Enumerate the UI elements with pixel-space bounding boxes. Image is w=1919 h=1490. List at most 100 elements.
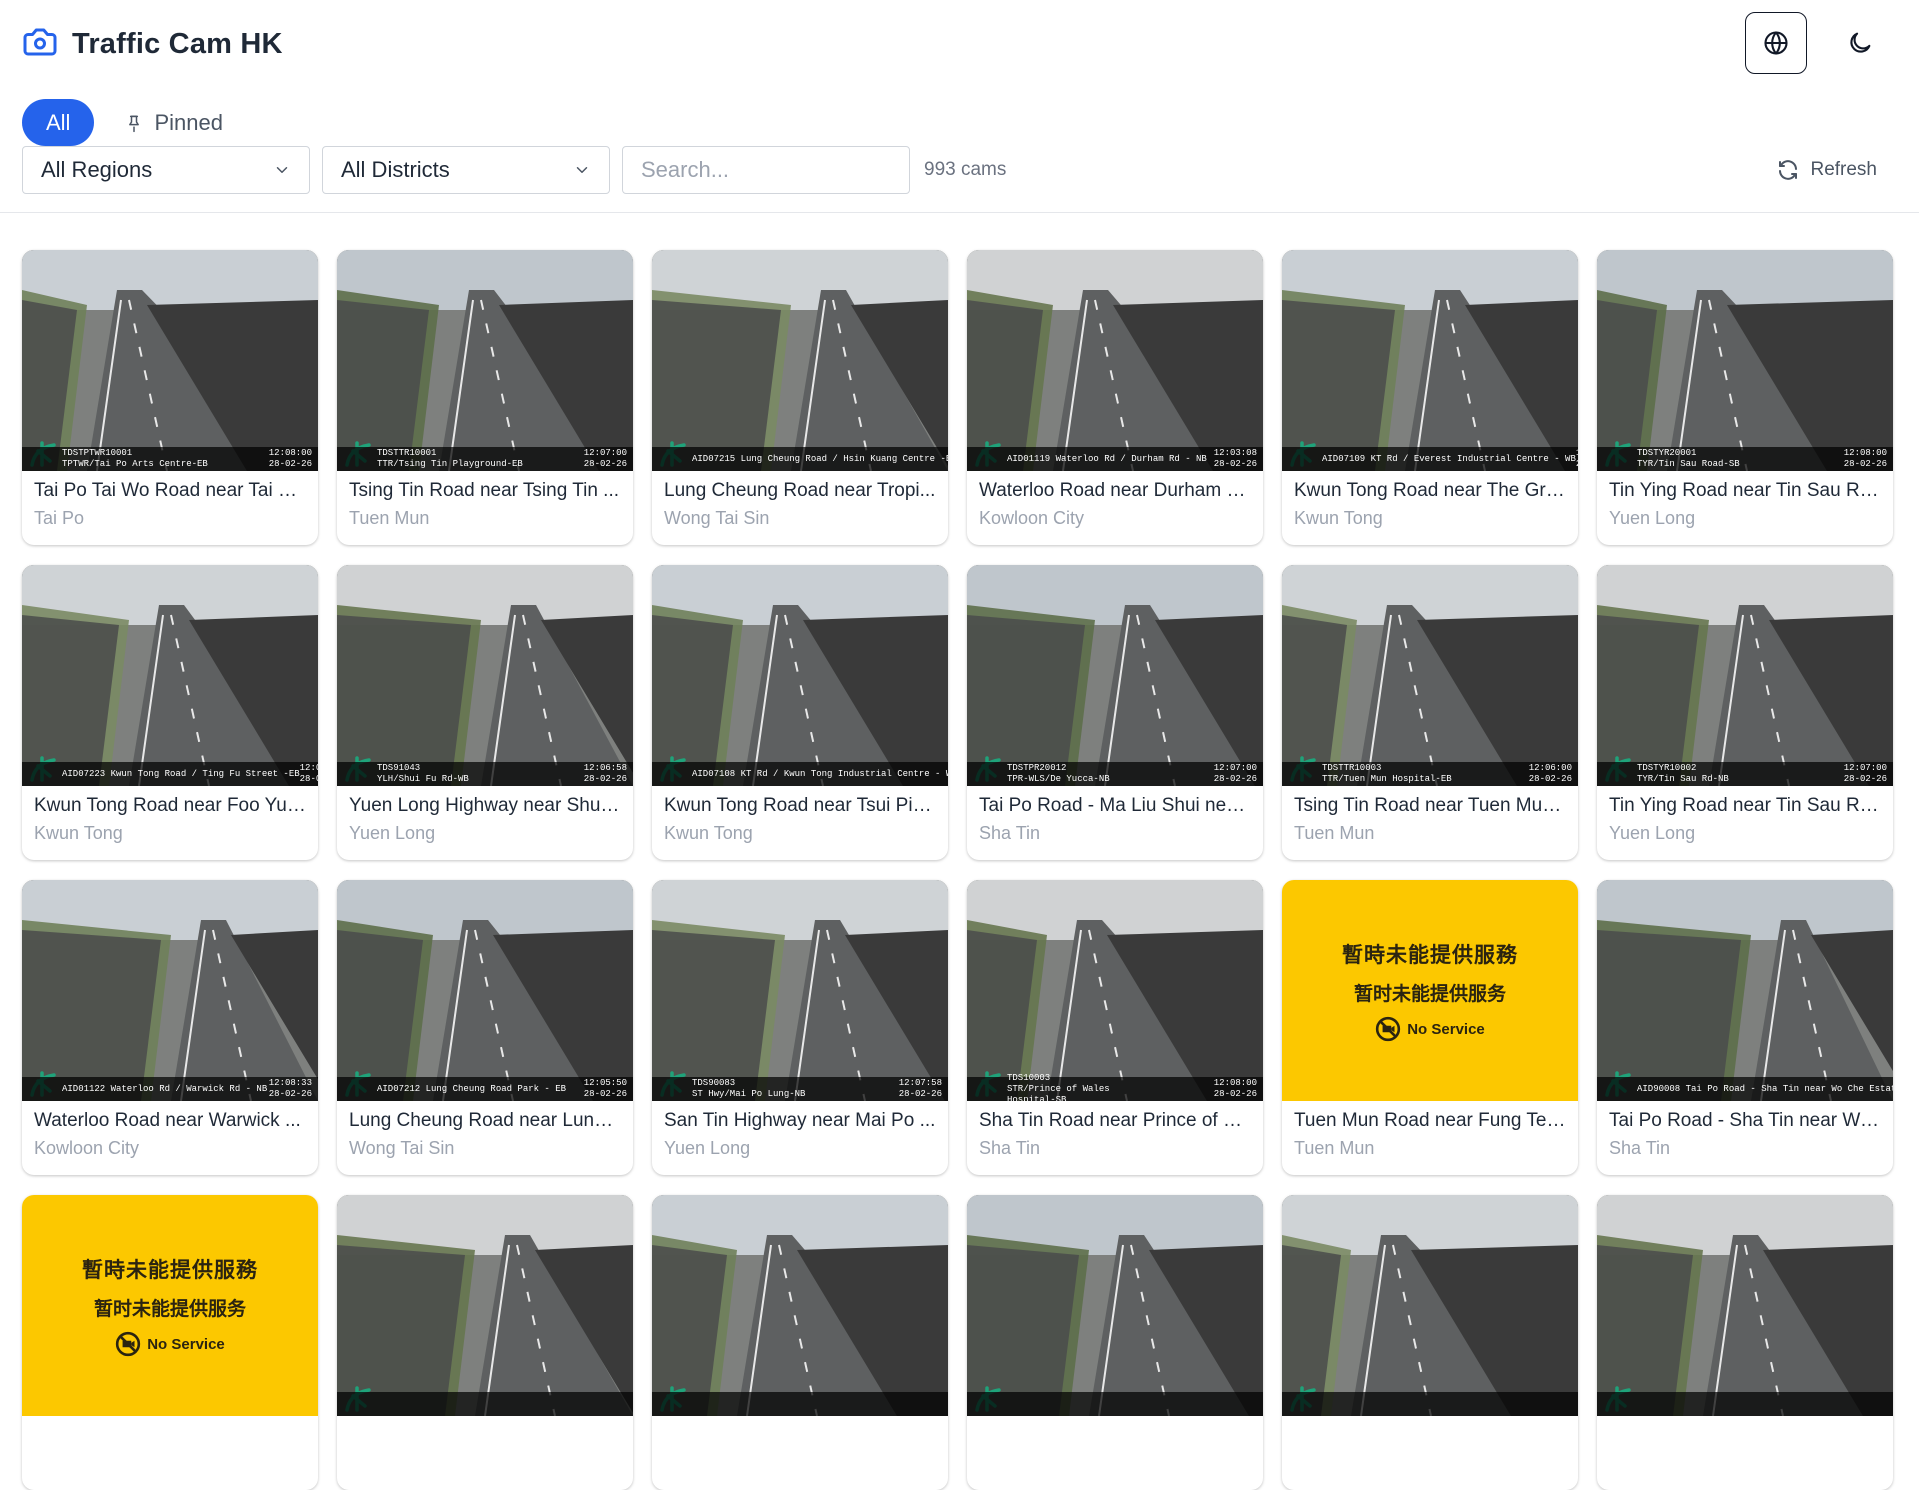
camera-card-body: Lung Cheung Road near Lung ... Wong Tai S… [337,1101,633,1159]
camera-card[interactable] [1597,1195,1893,1490]
search-input[interactable] [622,146,910,194]
camera-thumbnail[interactable]: AID07215 Lung Cheung Road / Hsin Kuang C… [652,250,948,471]
language-button[interactable] [1745,12,1807,74]
brand[interactable]: Traffic Cam HK [22,24,283,65]
view-tabs: All Pinned [22,99,235,146]
camera-card-body: Waterloo Road near Durham R... Kowloon Ci… [967,471,1263,529]
camera-code: TDSTYR20001 TYR/Tin Sau Road-SB [1637,448,1740,469]
camera-thumbnail[interactable]: TDSTYR20001 TYR/Tin Sau Road-SB 12:08:00 … [1597,250,1893,471]
camera-title: Sha Tin Road near Prince of W... [979,1110,1251,1131]
camera-thumbnail[interactable]: TDSTTR10001 TTR/Tsing Tin Playground-EB 1… [337,250,633,471]
camera-thumbnail[interactable]: 暫時未能提供服務 暂时未能提供服务 No Service [1282,880,1578,1101]
camera-card[interactable] [652,1195,948,1490]
camera-timestamp: 12:04:57 28-02-26 [299,763,318,784]
camera-snapshot-image [967,250,1263,471]
tab-all[interactable]: All [22,99,95,146]
camera-card[interactable]: TDS91043 YLH/Shui Fu Rd-WB 12:06:58 28-02… [337,565,633,860]
camera-caption-bar: TDSTTR10003 TTR/Tuen Mun Hospital-EB 12:0… [1282,762,1578,786]
camera-card-body: Tai Po Road - Ma Liu Shui near... Sha Tin [967,786,1263,844]
camera-thumbnail[interactable]: AID01122 Waterloo Rd / Warwick Rd - NB 12… [22,880,318,1101]
no-camera-icon [116,1331,141,1357]
camera-card-body [22,1416,318,1425]
refresh-button[interactable]: Refresh [1776,158,1897,182]
camera-card[interactable]: AID01119 Waterloo Rd / Durham Rd - NB 12:… [967,250,1263,545]
camera-code: AID90008 Tai Po Road - Sha Tin near Wo C… [1637,1083,1893,1094]
camera-card[interactable]: TDSTYR20001 TYR/Tin Sau Road-SB 12:08:00 … [1597,250,1893,545]
camera-card-body [967,1416,1263,1425]
camera-grid: TDSTPTWR10001 TPTWR/Tai Po Arts Centre-E… [22,250,1893,1490]
no-service-placeholder: 暫時未能提供服務 暂时未能提供服务 No Service [1282,880,1578,1101]
camera-thumbnail[interactable]: AID07109 KT Rd / Everest Industrial Cent… [1282,250,1578,471]
camera-title: Tsing Tin Road near Tuen Mun... [1294,795,1566,816]
camera-thumbnail[interactable]: 暫時未能提供服務 暂时未能提供服务 No Service [22,1195,318,1416]
camera-code: AID01122 Waterloo Rd / Warwick Rd - NB [62,1083,268,1094]
camera-thumbnail[interactable]: TDSTYR10002 TYR/Tin Sau Rd-NB 12:07:00 28… [1597,565,1893,786]
camera-snapshot-image [652,880,948,1101]
camera-district: Tuen Mun [1294,823,1375,843]
camera-caption-bar: TDS91043 YLH/Shui Fu Rd-WB 12:06:58 28-02… [337,762,633,786]
camera-thumbnail[interactable] [1282,1195,1578,1416]
camera-title: Lung Cheung Road near Lung ... [349,1110,621,1131]
camera-card[interactable]: TDSTTR10003 TTR/Tuen Mun Hospital-EB 12:0… [1282,565,1578,860]
camera-thumbnail[interactable]: TDSTPR20012 TPR-WLS/De Yucca-NB 12:07:00 … [967,565,1263,786]
camera-thumbnail[interactable] [1597,1195,1893,1416]
camera-caption-bar [652,1392,948,1416]
camera-timestamp: 12:05:50 28-02-26 [583,1078,627,1099]
no-service-text-traditional: 暫時未能提供服務 [82,1259,258,1282]
camera-card[interactable]: TDSTTR10001 TTR/Tsing Tin Playground-EB 1… [337,250,633,545]
camera-thumbnail[interactable]: AID90008 Tai Po Road - Sha Tin near Wo C… [1597,880,1893,1101]
camera-card[interactable]: TDS10003 STR/Prince of Wales Hospital-SB… [967,880,1263,1175]
camera-thumbnail[interactable] [967,1195,1263,1416]
chevron-down-icon [576,167,588,173]
district-select[interactable]: All Districts [322,146,610,194]
camera-card[interactable] [1282,1195,1578,1490]
camera-thumbnail[interactable]: AID01119 Waterloo Rd / Durham Rd - NB 12:… [967,250,1263,471]
camera-card[interactable] [337,1195,633,1490]
camera-card[interactable]: 暫時未能提供服務 暂时未能提供服务 No Service Tuen Mun Road … [1282,880,1578,1175]
camera-title: Waterloo Road near Warwick ... [34,1110,301,1131]
camera-thumbnail[interactable]: TDSTPTWR10001 TPTWR/Tai Po Arts Centre-E… [22,250,318,471]
camera-count: 993 cams [924,159,1007,180]
camera-card[interactable]: AID01122 Waterloo Rd / Warwick Rd - NB 12… [22,880,318,1175]
camera-card[interactable]: AID07215 Lung Cheung Road / Hsin Kuang C… [652,250,948,545]
app-header: Traffic Cam HK All Pinned All Regions Al… [0,0,1919,213]
district-select-value: All Districts [341,157,450,182]
camera-card[interactable]: TDSTPR20012 TPR-WLS/De Yucca-NB 12:07:00 … [967,565,1263,860]
camera-thumbnail[interactable]: AID07212 Lung Cheung Road Park - EB 12:05… [337,880,633,1101]
camera-thumbnail[interactable] [337,1195,633,1416]
camera-thumbnail[interactable]: TDS91043 YLH/Shui Fu Rd-WB 12:06:58 28-02… [337,565,633,786]
camera-caption-bar: TDSTPR20012 TPR-WLS/De Yucca-NB 12:07:00 … [967,762,1263,786]
camera-district: Kowloon City [979,508,1085,528]
camera-caption-bar: AID07212 Lung Cheung Road Park - EB 12:05… [337,1077,633,1101]
camera-code: AID07109 KT Rd / Everest Industrial Cent… [1322,453,1576,464]
camera-card[interactable]: TDSTPTWR10001 TPTWR/Tai Po Arts Centre-E… [22,250,318,545]
camera-timestamp: 12:06:00 28-02-26 [1528,763,1572,784]
camera-thumbnail[interactable]: AID07108 KT Rd / Kwun Tong Industrial Ce… [652,565,948,786]
theme-toggle-button[interactable] [1829,12,1891,74]
camera-timestamp: 12:07:00 28-02-26 [1843,763,1887,784]
camera-district: Yuen Long [1609,823,1696,843]
camera-district: Tai Po [34,508,85,528]
camera-card[interactable]: AID07108 KT Rd / Kwun Tong Industrial Ce… [652,565,948,860]
region-select[interactable]: All Regions [22,146,310,194]
camera-card-body: Waterloo Road near Warwick ... Kowloon Ci… [22,1101,318,1159]
camera-card[interactable]: TDS90083 ST Hwy/Mai Po Lung-NB 12:07:58 2… [652,880,948,1175]
camera-snapshot-image [337,1195,633,1416]
camera-thumbnail[interactable] [652,1195,948,1416]
camera-thumbnail[interactable]: TDS90083 ST Hwy/Mai Po Lung-NB 12:07:58 2… [652,880,948,1101]
camera-code: TDSTTR10001 TTR/Tsing Tin Playground-EB [377,448,523,469]
camera-card[interactable]: 暫時未能提供服務 暂时未能提供服务 No Service [22,1195,318,1490]
camera-card[interactable]: AID07109 KT Rd / Everest Industrial Cent… [1282,250,1578,545]
camera-thumbnail[interactable]: AID07223 Kwun Tong Road / Ting Fu Street… [22,565,318,786]
camera-card[interactable]: AID07212 Lung Cheung Road Park - EB 12:05… [337,880,633,1175]
camera-card[interactable] [967,1195,1263,1490]
camera-thumbnail[interactable]: TDS10003 STR/Prince of Wales Hospital-SB… [967,880,1263,1101]
tab-pinned[interactable]: Pinned [112,99,235,146]
camera-snapshot-image [337,565,633,786]
camera-snapshot-image [652,250,948,471]
camera-thumbnail[interactable]: TDSTTR10003 TTR/Tuen Mun Hospital-EB 12:0… [1282,565,1578,786]
camera-card[interactable]: AID90008 Tai Po Road - Sha Tin near Wo C… [1597,880,1893,1175]
camera-timestamp: 12:03:08 28-02-26 [1213,448,1257,469]
camera-card[interactable]: TDSTYR10002 TYR/Tin Sau Rd-NB 12:07:00 28… [1597,565,1893,860]
camera-card[interactable]: AID07223 Kwun Tong Road / Ting Fu Street… [22,565,318,860]
